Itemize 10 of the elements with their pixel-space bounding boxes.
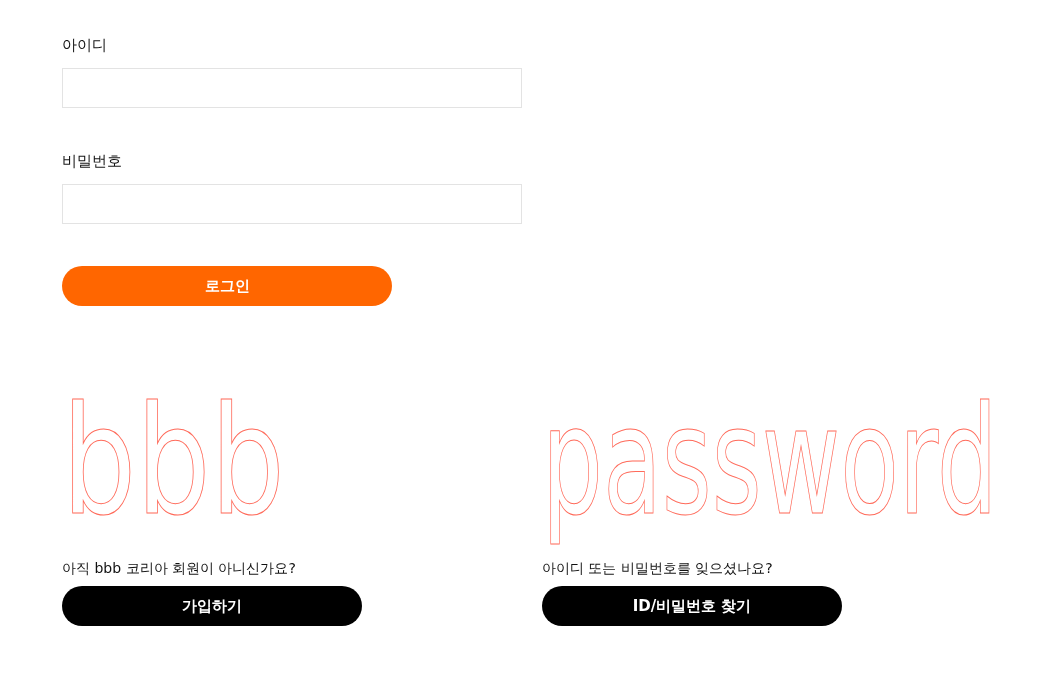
input-field[interactable] — [62, 184, 522, 224]
input-field[interactable] — [62, 68, 522, 108]
field-label: 비밀번호 — [62, 151, 122, 172]
question-text: 아직 bbb 코리아 회원이 아니신가요? — [62, 559, 296, 578]
signup-button[interactable]: 가입하기 — [62, 586, 362, 626]
field-label: 아이디 — [62, 35, 107, 56]
question-text: 아이디 또는 비밀번호를 잊으셨나요? — [542, 559, 773, 578]
outline-text: password — [542, 373, 998, 550]
outline-text: bbb — [62, 373, 285, 550]
find-account-button[interactable]: ID/비밀번호 찾기 — [542, 586, 842, 626]
